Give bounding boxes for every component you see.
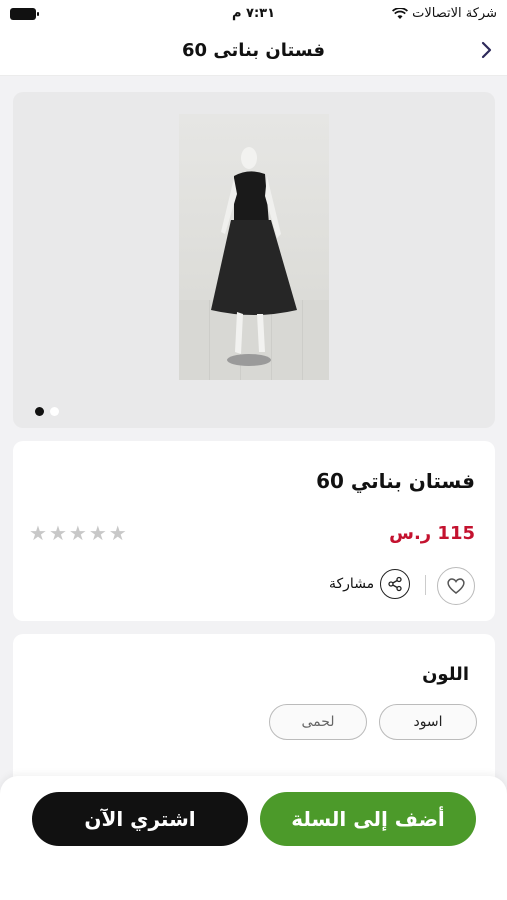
- dress-image: [211, 147, 297, 366]
- carrier-area: شركة الاتصالات: [392, 6, 497, 21]
- star-icon: ★: [68, 521, 87, 545]
- back-button[interactable]: [481, 40, 493, 64]
- favorite-button[interactable]: [437, 567, 475, 605]
- carrier-name: شركة الاتصالات: [412, 6, 497, 21]
- product-gallery[interactable]: [13, 92, 495, 428]
- product-info-card: فستان بناتي 60 115 ر.س ★ ★ ★ ★ ★ مشاركة: [13, 441, 495, 621]
- gallery-dots: [35, 407, 59, 416]
- product-name: فستان بناتي 60: [316, 469, 475, 493]
- add-to-cart-button[interactable]: أضف إلى السلة: [260, 792, 476, 846]
- share-icon: [380, 569, 411, 599]
- page-title: فستان بناتى 60: [181, 40, 325, 61]
- gallery-dot-1[interactable]: [35, 407, 44, 416]
- star-icon: ★: [108, 521, 127, 545]
- chevron-left-icon: [481, 41, 492, 59]
- gallery-dot-2[interactable]: [50, 407, 59, 416]
- color-option-black[interactable]: اسود: [379, 704, 477, 740]
- share-label: مشاركة: [329, 576, 375, 592]
- status-time: ٧:٣١ م: [231, 6, 276, 21]
- color-option-flesh[interactable]: لحمى: [269, 704, 367, 740]
- heart-icon: [447, 578, 465, 594]
- nav-bar: فستان بناتى 60: [0, 30, 507, 76]
- star-icon: ★: [88, 521, 107, 545]
- buy-now-button[interactable]: اشتري الآن: [32, 792, 248, 846]
- status-bar: شركة الاتصالات ٧:٣١ م: [0, 0, 507, 30]
- wifi-icon: [392, 7, 409, 19]
- rating-stars[interactable]: ★ ★ ★ ★ ★: [29, 521, 127, 545]
- battery-icon: [10, 8, 39, 20]
- color-label: اللون: [422, 664, 469, 685]
- product-image[interactable]: [179, 114, 329, 380]
- bottom-action-bar: أضف إلى السلة اشتري الآن: [0, 776, 507, 900]
- star-icon: ★: [48, 521, 67, 545]
- share-button[interactable]: مشاركة: [329, 569, 411, 599]
- product-price: 115 ر.س: [389, 523, 475, 544]
- action-divider: [425, 575, 426, 595]
- star-icon: ★: [29, 521, 47, 545]
